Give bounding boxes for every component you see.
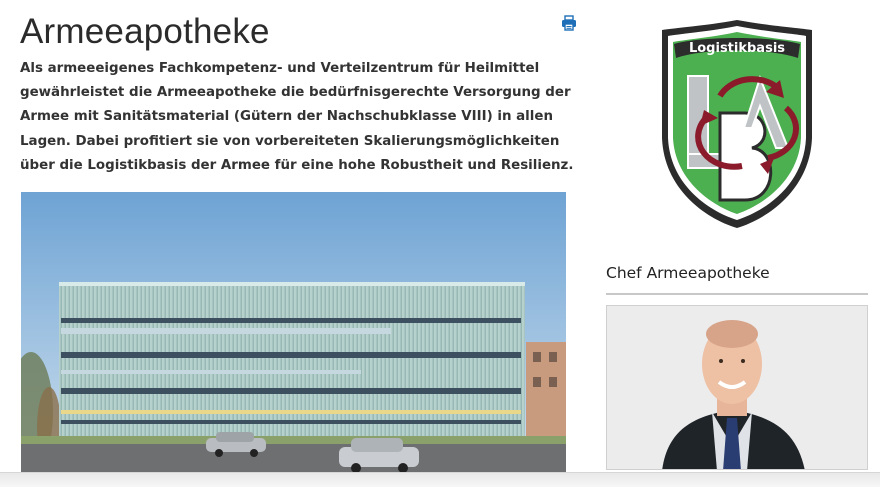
page-bottom-edge	[0, 472, 880, 487]
chef-portrait-photo	[606, 305, 868, 470]
page-title: Armeeapotheke	[20, 12, 270, 51]
logistikbasis-badge-logo: Logistikbasis	[662, 20, 812, 228]
heading-divider	[606, 293, 868, 295]
printer-icon[interactable]	[561, 15, 577, 31]
building-photo	[21, 192, 566, 473]
lead-paragraph: Als armeeeigenes Fachkompetenz- und Vert…	[20, 61, 574, 173]
chef-heading: Chef Armeeapotheke	[606, 264, 770, 282]
badge-label: Logistikbasis	[689, 41, 785, 56]
